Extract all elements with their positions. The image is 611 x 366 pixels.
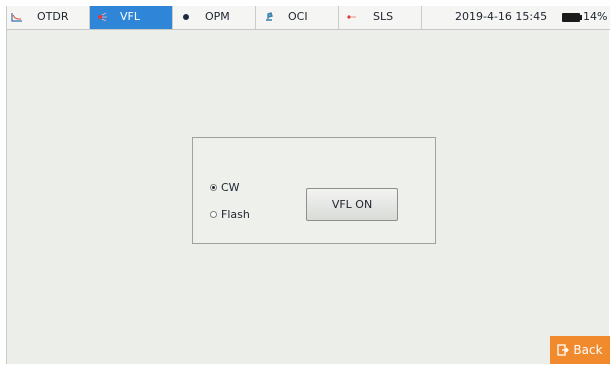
tab-label: SLS: [373, 10, 394, 23]
mode-option-label: CW: [221, 181, 240, 194]
date-time: 2019-4-16 15:45: [455, 10, 548, 23]
mode-option-label: Flash: [221, 208, 250, 221]
battery-icon: [562, 13, 582, 22]
tab-oci[interactable]: OCI: [256, 6, 338, 29]
exit-icon: [557, 344, 570, 356]
back-button-label: Back: [573, 343, 603, 357]
tab-label: OTDR: [37, 10, 69, 23]
battery-percent: 14%: [583, 10, 608, 23]
back-button[interactable]: Back: [550, 336, 610, 364]
otdr-trace-icon: [11, 13, 22, 22]
laser-red-icon: [98, 12, 107, 22]
tab-label: OCI: [288, 10, 308, 23]
mode-option-cw[interactable]: CW: [210, 181, 240, 194]
vfl-control-panel: CW Flash VFL ON: [192, 137, 436, 244]
tab-label: VFL: [120, 10, 140, 23]
tab-sls[interactable]: SLS: [339, 6, 421, 29]
tab-opm[interactable]: OPM: [173, 6, 255, 29]
microscope-icon: [266, 12, 273, 21]
tab-label: OPM: [205, 10, 230, 23]
radio-unselected-icon: [210, 211, 217, 218]
light-source-icon: [347, 15, 356, 19]
tab-divider: [421, 6, 422, 29]
top-tab-bar: OTDR VFL OPM OCI SLS 2019-4-16 15:45 14%: [7, 6, 610, 30]
vfl-on-button[interactable]: VFL ON: [306, 188, 398, 221]
radio-selected-icon: [210, 184, 217, 191]
tab-vfl[interactable]: VFL: [90, 6, 172, 29]
mode-option-flash[interactable]: Flash: [210, 208, 250, 221]
app-screen: OTDR VFL OPM OCI SLS 2019-4-16 15:45 14%…: [6, 6, 610, 364]
tab-otdr[interactable]: OTDR: [7, 6, 89, 29]
power-meter-dot-icon: [183, 14, 189, 20]
